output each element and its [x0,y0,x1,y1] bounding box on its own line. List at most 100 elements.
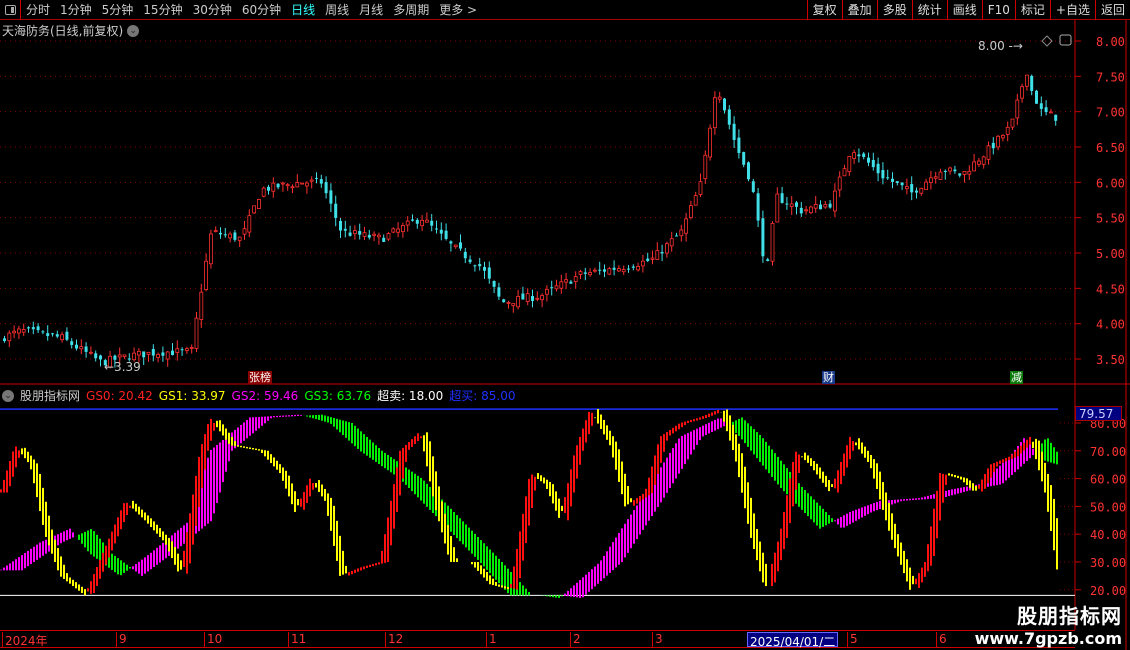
candle-body [252,205,257,214]
candle-body [386,233,391,240]
date-label: 5 [847,632,858,647]
candle-body [31,327,35,330]
candle-body [915,190,918,193]
candle-body [161,352,165,356]
candle-body [339,220,342,231]
candle-body [348,232,352,236]
candle-body [55,334,59,337]
candle-body [315,177,318,179]
candle-body [804,209,808,212]
candle-body [237,236,242,241]
candle-body [79,346,84,350]
candle-body [502,299,506,303]
candle-body [732,123,736,140]
candle-body [27,327,30,329]
date-label: 2024年 [2,632,48,648]
candle-body [627,268,630,270]
candle-body [372,233,377,236]
candle-body [285,184,290,187]
candle-body [943,170,947,172]
price-axis-label: 6.50 [1096,141,1125,155]
current-date: 2025/04/01/二 [747,632,839,649]
candle-body [857,154,861,157]
candle-body [1020,86,1024,99]
legend-item-0: GS0: 20.42 [86,388,153,403]
candle-body [1044,107,1048,113]
candle-body [208,233,213,265]
candle-body [233,232,237,240]
candle-body [309,179,314,182]
candle-body [813,203,818,209]
candle-body [70,341,74,345]
candle-body [650,257,655,260]
candle-body [329,190,333,204]
candle-body [420,219,425,227]
candle-body [953,169,957,172]
indicator-legend: ⌄ 股朋指标网 GS0: 20.42 GS1: 33.97 GS2: 59.46 GS3:… [2,387,516,404]
candle-body [573,276,578,282]
price-axis-label: 4.50 [1096,282,1125,296]
candle-body [761,218,765,257]
candle-body [972,161,976,172]
candle-body [36,326,40,331]
candle-body [742,152,746,165]
candle-body [521,293,525,300]
candle-body [607,268,612,275]
candle-body [473,265,477,267]
candle-body [799,207,803,214]
candle-body [655,250,660,260]
candle-body [151,349,155,356]
legend-item-2: GS2: 59.46 [231,388,299,403]
candle-body [977,160,981,165]
candle-body [554,285,559,290]
candle-body [261,187,266,197]
candle-body [362,232,367,237]
candle-body [483,266,486,271]
candle-body [267,186,270,191]
chevron-down-icon[interactable]: ⌄ [2,389,14,402]
candle-body [981,156,986,165]
candle-body [204,260,209,290]
candle-body [933,176,938,179]
candle-body [842,168,847,177]
date-label: 11 [288,632,306,647]
candle-body [665,243,669,254]
candle-body [12,330,17,334]
candle-body [631,266,635,268]
candle-body [713,97,717,129]
watermark: 股朋指标网 www.7gpzb.com [975,600,1122,648]
date-axis: 2025/04/01/二 2024年 9 10 11 12 1 2 3 5 6 [0,630,1075,649]
candle-body [1030,75,1034,91]
candle-body [891,178,894,182]
event-marker[interactable]: 张榜 [248,371,272,384]
candle-body [660,252,664,254]
candle-body [16,328,21,334]
candle-body [430,220,434,226]
candle-body [717,96,722,100]
candle-body [1015,99,1020,119]
candle-body [756,193,760,221]
candle-body [146,351,151,355]
candle-body [612,267,616,270]
candle-body [900,182,904,186]
candle-body [324,182,328,194]
candle-body [75,344,78,349]
price-axis-label: 7.00 [1096,106,1125,120]
event-marker[interactable]: 减 [1010,371,1023,384]
candle-body [871,159,875,168]
candle-body [247,215,252,233]
candle-body [358,231,362,235]
price-axis-label: 4.00 [1096,318,1125,332]
price-axis-label: 3.50 [1096,353,1125,367]
date-label: 1 [486,632,497,647]
candle-body [905,186,909,190]
indicator-axis-label: 50.00 [1090,500,1126,514]
candle-body [449,241,453,244]
candle-body [41,331,45,333]
candle-body [367,234,371,238]
candle-body [679,229,684,237]
chart-canvas[interactable]: 8.00 7.50 7.00 6.50 6.00 5.50 5.00 4.50 4.00 3.50… [0,0,1130,650]
event-marker[interactable]: 财 [822,371,835,384]
watermark-url: www.7gpzb.com [974,629,1122,648]
candle-body [967,171,972,175]
